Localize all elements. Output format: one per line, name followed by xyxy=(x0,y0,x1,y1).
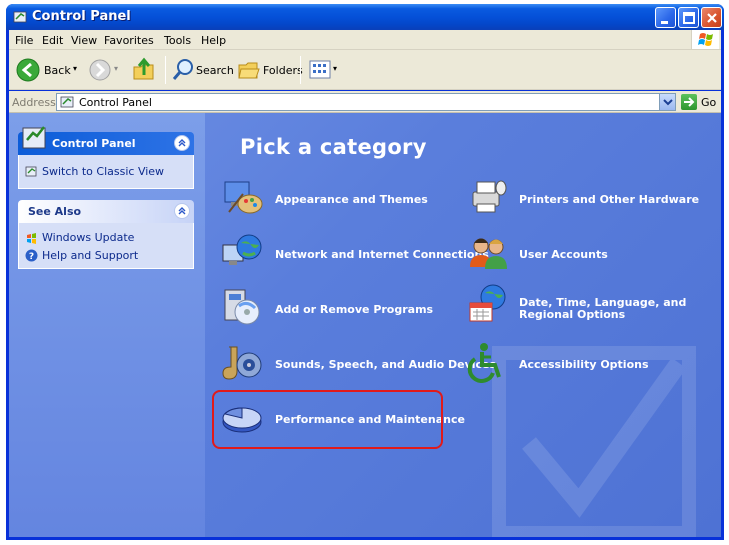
back-label: Back xyxy=(44,64,71,77)
windows-flag-icon xyxy=(691,30,719,49)
chevron-down-icon xyxy=(663,99,673,106)
search-label: Search xyxy=(196,64,234,77)
address-bar: Address Control Panel Go xyxy=(9,91,721,113)
folders-label: Folders xyxy=(263,64,303,77)
forward-dropdown-icon: ▾ xyxy=(114,64,119,73)
network-globe-icon xyxy=(222,234,262,265)
back-arrow-icon xyxy=(16,58,40,82)
category-user-accounts[interactable]: User Accounts xyxy=(467,231,667,277)
category-label: Date, Time, Language, and Regional Optio… xyxy=(519,296,687,321)
back-dropdown-icon: ▾ xyxy=(73,64,78,73)
close-button[interactable] xyxy=(701,7,722,28)
control-panel-box-body: Switch to Classic View xyxy=(18,155,194,189)
address-dropdown-button[interactable] xyxy=(659,94,675,110)
chevron-up-icon xyxy=(178,139,186,147)
back-button[interactable]: Back ▾ xyxy=(13,54,83,86)
category-label: User Accounts xyxy=(519,248,608,261)
svg-text:?: ? xyxy=(29,252,34,262)
control-panel-box-header[interactable]: Control Panel xyxy=(18,126,194,155)
classic-view-icon xyxy=(25,166,37,177)
help-support-link[interactable]: Help and Support xyxy=(42,249,138,262)
category-label: Add or Remove Programs xyxy=(275,303,434,316)
see-also-box-body: Windows Update ? Help and Support xyxy=(18,223,194,269)
forward-arrow-icon xyxy=(89,59,111,81)
address-input[interactable]: Control Panel xyxy=(56,93,676,111)
control-panel-icon xyxy=(60,96,74,108)
control-panel-box-title: Control Panel xyxy=(52,137,136,150)
category-printers-hardware[interactable]: Printers and Other Hardware xyxy=(467,176,707,222)
page-title: Pick a category xyxy=(240,135,427,159)
up-folder-icon xyxy=(133,57,154,80)
content-area: Control Panel Switch to Classic View See… xyxy=(9,113,721,537)
category-network-internet[interactable]: Network and Internet Connections xyxy=(221,231,489,277)
minimize-icon xyxy=(661,21,668,24)
see-also-box-header[interactable]: See Also xyxy=(18,200,194,223)
menu-tools[interactable]: Tools xyxy=(164,34,191,47)
accessibility-icon xyxy=(467,343,501,383)
chevron-up-icon xyxy=(178,207,186,215)
category-label: Network and Internet Connections xyxy=(275,248,489,261)
windows-update-icon xyxy=(27,233,36,244)
toolbar-separator xyxy=(165,56,166,84)
windows-update-link[interactable]: Windows Update xyxy=(42,231,134,244)
close-icon xyxy=(707,13,717,23)
category-label: Accessibility Options xyxy=(519,358,649,371)
menu-bar: File Edit View Favorites Tools Help xyxy=(9,30,721,50)
menu-edit[interactable]: Edit xyxy=(42,34,63,47)
category-label: Sounds, Speech, and Audio Devices xyxy=(275,358,497,371)
toolbar-separator xyxy=(300,56,301,84)
sounds-audio-icon xyxy=(222,346,262,380)
control-panel-large-icon xyxy=(22,126,46,149)
category-sounds-speech-audio[interactable]: Sounds, Speech, and Audio Devices xyxy=(221,341,496,387)
search-icon xyxy=(172,59,193,80)
views-icon xyxy=(309,60,331,79)
category-date-time-language[interactable]: Date, Time, Language, and Regional Optio… xyxy=(467,283,717,329)
folders-button[interactable]: Folders xyxy=(235,54,303,86)
go-label[interactable]: Go xyxy=(701,96,716,109)
up-folder-button[interactable] xyxy=(129,54,159,86)
address-label: Address xyxy=(12,96,56,109)
help-icon: ? xyxy=(25,249,38,262)
collapse-button[interactable] xyxy=(174,135,190,151)
address-value: Control Panel xyxy=(79,96,152,109)
highlight-box xyxy=(212,390,443,449)
switch-classic-view-link[interactable]: Switch to Classic View xyxy=(42,165,164,178)
go-arrow-icon xyxy=(684,97,695,107)
printer-hardware-icon xyxy=(472,180,507,213)
search-button[interactable]: Search xyxy=(169,54,234,86)
category-add-remove-programs[interactable]: Add or Remove Programs xyxy=(221,286,433,332)
date-time-globe-icon xyxy=(469,284,506,322)
category-label: Appearance and Themes xyxy=(275,193,428,206)
forward-button[interactable]: ▾ xyxy=(86,54,122,86)
menu-file[interactable]: File xyxy=(15,34,33,47)
appearance-themes-icon xyxy=(224,181,263,214)
menu-view[interactable]: View xyxy=(71,34,97,47)
minimize-button[interactable] xyxy=(655,7,676,28)
user-accounts-icon xyxy=(470,238,507,269)
category-label: Printers and Other Hardware xyxy=(519,193,700,206)
category-accessibility[interactable]: Accessibility Options xyxy=(467,341,667,387)
window-title: Control Panel xyxy=(32,9,131,24)
title-bar[interactable]: Control Panel xyxy=(6,4,724,30)
add-remove-programs-icon xyxy=(224,289,260,325)
folders-icon xyxy=(238,62,260,79)
category-appearance-themes[interactable]: Appearance and Themes xyxy=(221,176,428,222)
views-dropdown-icon: ▾ xyxy=(333,64,338,73)
left-task-pane: Control Panel Switch to Classic View See… xyxy=(9,113,205,537)
collapse-button[interactable] xyxy=(174,203,190,219)
maximize-button[interactable] xyxy=(678,7,699,28)
control-panel-window: Control Panel File Edit View Favorites T… xyxy=(6,4,724,540)
menu-favorites[interactable]: Favorites xyxy=(104,34,154,47)
menu-help[interactable]: Help xyxy=(201,34,226,47)
maximize-icon xyxy=(683,12,695,24)
go-button[interactable] xyxy=(681,94,697,110)
see-also-title: See Also xyxy=(28,205,82,218)
toolbar: Back ▾ ▾ Search Folders ▾ xyxy=(9,50,721,90)
views-button[interactable]: ▾ xyxy=(305,54,341,86)
control-panel-icon xyxy=(13,11,27,23)
